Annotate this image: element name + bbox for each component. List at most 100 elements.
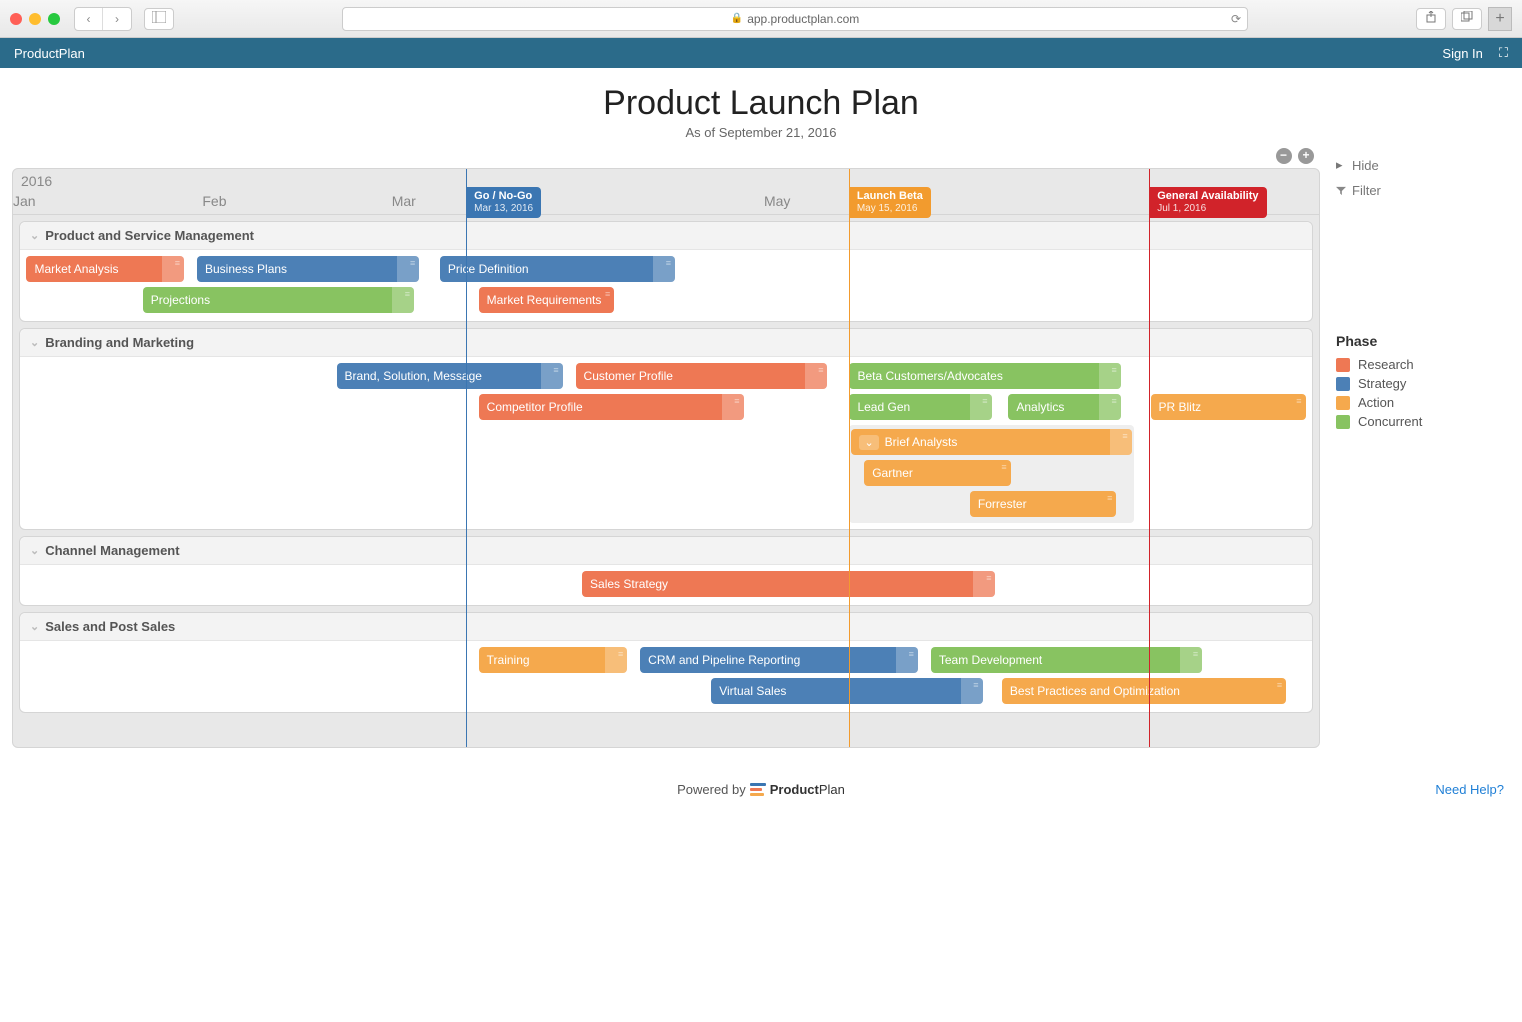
milestone-line: Launch BetaMay 15, 2016 (849, 169, 850, 747)
timeline[interactable]: 2016 JanFebMarMay ⌄Product and Service M… (12, 168, 1320, 748)
help-link[interactable]: Need Help? (1435, 782, 1504, 797)
roadmap-bar[interactable]: Price Definition≡ (440, 256, 675, 282)
roadmap-bar[interactable]: Best Practices and Optimization≡ (1002, 678, 1286, 704)
share-button[interactable] (1416, 8, 1446, 30)
roadmap-bar[interactable]: Analytics≡ (1008, 394, 1120, 420)
timeline-header: 2016 JanFebMarMay (13, 169, 1319, 215)
lane-header[interactable]: ⌄Branding and Marketing (20, 329, 1312, 357)
logo-icon (750, 783, 766, 796)
grip-icon: ≡ (1122, 432, 1127, 441)
roadmap-bar[interactable]: Customer Profile≡ (576, 363, 828, 389)
grip-icon: ≡ (618, 650, 623, 659)
chevron-down-icon: ⌄ (30, 544, 39, 557)
month-label: May (764, 193, 790, 209)
legend-item[interactable]: Concurrent (1336, 412, 1510, 431)
month-label: Feb (202, 193, 226, 209)
lane-row: Gartner≡ (851, 459, 1131, 489)
lane-header[interactable]: ⌄Sales and Post Sales (20, 613, 1312, 641)
nav-buttons: ‹ › (74, 7, 132, 31)
milestone-flag[interactable]: General AvailabilityJul 1, 2016 (1149, 187, 1266, 218)
roadmap-bar[interactable]: Team Development≡ (931, 647, 1202, 673)
sidebar-toggle-button[interactable] (144, 8, 174, 30)
roadmap-bar[interactable]: Market Requirements≡ (479, 287, 615, 313)
hide-toggle[interactable]: ▸ Hide (1336, 152, 1510, 178)
roadmap-bar[interactable]: CRM and Pipeline Reporting≡ (640, 647, 918, 673)
back-button[interactable]: ‹ (75, 8, 103, 30)
powered-by-label: Powered by (677, 782, 746, 797)
window-controls (10, 13, 60, 25)
grip-icon: ≡ (1277, 681, 1282, 690)
lane-row: Competitor Profile≡ Lead Gen≡ Analytics≡ PR… (20, 393, 1312, 423)
app-brand[interactable]: ProductPlan (14, 46, 85, 61)
fullscreen-icon[interactable]: ⛶ (1499, 45, 1508, 61)
grip-icon: ≡ (1296, 397, 1301, 406)
reload-icon[interactable]: ⟳ (1231, 12, 1241, 26)
legend-item[interactable]: Strategy (1336, 374, 1510, 393)
milestone-flag[interactable]: Go / No-GoMar 13, 2016 (466, 187, 541, 218)
footer: Powered by ProductPlan Need Help? (0, 768, 1522, 811)
tabs-button[interactable] (1452, 8, 1482, 30)
roadmap-bar[interactable]: Projections≡ (143, 287, 414, 313)
zoom-in-button[interactable]: + (1298, 148, 1314, 164)
lane-row: Forrester≡ (851, 490, 1131, 520)
lane: ⌄Channel Management Sales Strategy≡ (19, 536, 1313, 606)
chevron-down-icon: ⌄ (30, 620, 39, 633)
bar-subgroup: ⌄Brief Analysts≡ Gartner≡ Forrester≡ (849, 425, 1133, 523)
roadmap-bar[interactable]: PR Blitz≡ (1151, 394, 1306, 420)
roadmap-bar[interactable]: Beta Customers/Advocates≡ (849, 363, 1120, 389)
roadmap-bar[interactable]: Brand, Solution, Message≡ (337, 363, 563, 389)
grip-icon: ≡ (405, 290, 410, 299)
roadmap-bar[interactable]: Gartner≡ (864, 460, 1010, 486)
legend-item[interactable]: Action (1336, 393, 1510, 412)
forward-button[interactable]: › (103, 8, 131, 30)
grip-icon: ≡ (1193, 650, 1198, 659)
grip-icon: ≡ (175, 259, 180, 268)
url-bar[interactable]: 🔒 app.productplan.com ⟳ (342, 7, 1248, 31)
new-tab-button[interactable]: + (1488, 7, 1512, 31)
grip-icon: ≡ (818, 366, 823, 375)
filter-toggle[interactable]: Filter (1336, 178, 1510, 203)
app-header: ProductPlan Sign In ⛶ (0, 38, 1522, 68)
lane-row: Brand, Solution, Message≡ Customer Profil… (20, 362, 1312, 392)
legend-item[interactable]: Research (1336, 355, 1510, 374)
grip-icon: ≡ (1001, 463, 1006, 472)
url-text: app.productplan.com (747, 12, 859, 26)
zoom-out-button[interactable]: − (1276, 148, 1292, 164)
grip-icon: ≡ (734, 397, 739, 406)
lane-row: Sales Strategy≡ (20, 570, 1312, 600)
roadmap-bar[interactable]: Virtual Sales≡ (711, 678, 982, 704)
roadmap-bar[interactable]: Business Plans≡ (197, 256, 419, 282)
legend-swatch (1336, 358, 1350, 372)
browser-chrome: ‹ › 🔒 app.productplan.com ⟳ + (0, 0, 1522, 38)
grip-icon: ≡ (986, 574, 991, 583)
lane: ⌄Product and Service Management Market An… (19, 221, 1313, 322)
roadmap-bar[interactable]: Forrester≡ (970, 491, 1116, 517)
lane-header[interactable]: ⌄Product and Service Management (20, 222, 1312, 250)
grip-icon: ≡ (410, 259, 415, 268)
roadmap-bar[interactable]: Lead Gen≡ (849, 394, 991, 420)
grip-icon: ≡ (909, 650, 914, 659)
close-icon[interactable] (10, 13, 22, 25)
roadmap-bar[interactable]: Training≡ (479, 647, 628, 673)
milestone-flag[interactable]: Launch BetaMay 15, 2016 (849, 187, 931, 218)
zoom-controls: − + (12, 146, 1320, 168)
roadmap-bar[interactable]: Competitor Profile≡ (479, 394, 744, 420)
milestone-line: General AvailabilityJul 1, 2016 (1149, 169, 1150, 747)
grip-icon: ≡ (973, 681, 978, 690)
roadmap-bar[interactable]: Sales Strategy≡ (582, 571, 995, 597)
caret-right-icon: ▸ (1336, 157, 1346, 173)
minimize-icon[interactable] (29, 13, 41, 25)
productplan-logo[interactable]: ProductPlan (750, 782, 845, 797)
chevron-down-icon: ⌄ (30, 336, 39, 349)
lane-header[interactable]: ⌄Channel Management (20, 537, 1312, 565)
maximize-icon[interactable] (48, 13, 60, 25)
roadmap-bar[interactable]: ⌄Brief Analysts≡ (851, 429, 1131, 455)
milestone-line: Go / No-GoMar 13, 2016 (466, 169, 467, 747)
lane-row: Virtual Sales≡ Best Practices and Optimiz… (20, 677, 1312, 707)
lane: ⌄Branding and Marketing Brand, Solution, … (19, 328, 1313, 530)
chevron-down-icon[interactable]: ⌄ (859, 435, 878, 450)
roadmap-bar[interactable]: Market Analysis≡ (26, 256, 184, 282)
grip-icon: ≡ (1107, 494, 1112, 503)
signin-link[interactable]: Sign In (1442, 46, 1482, 61)
sidebar: ▸ Hide Filter Phase ResearchStrategyActi… (1320, 146, 1510, 748)
